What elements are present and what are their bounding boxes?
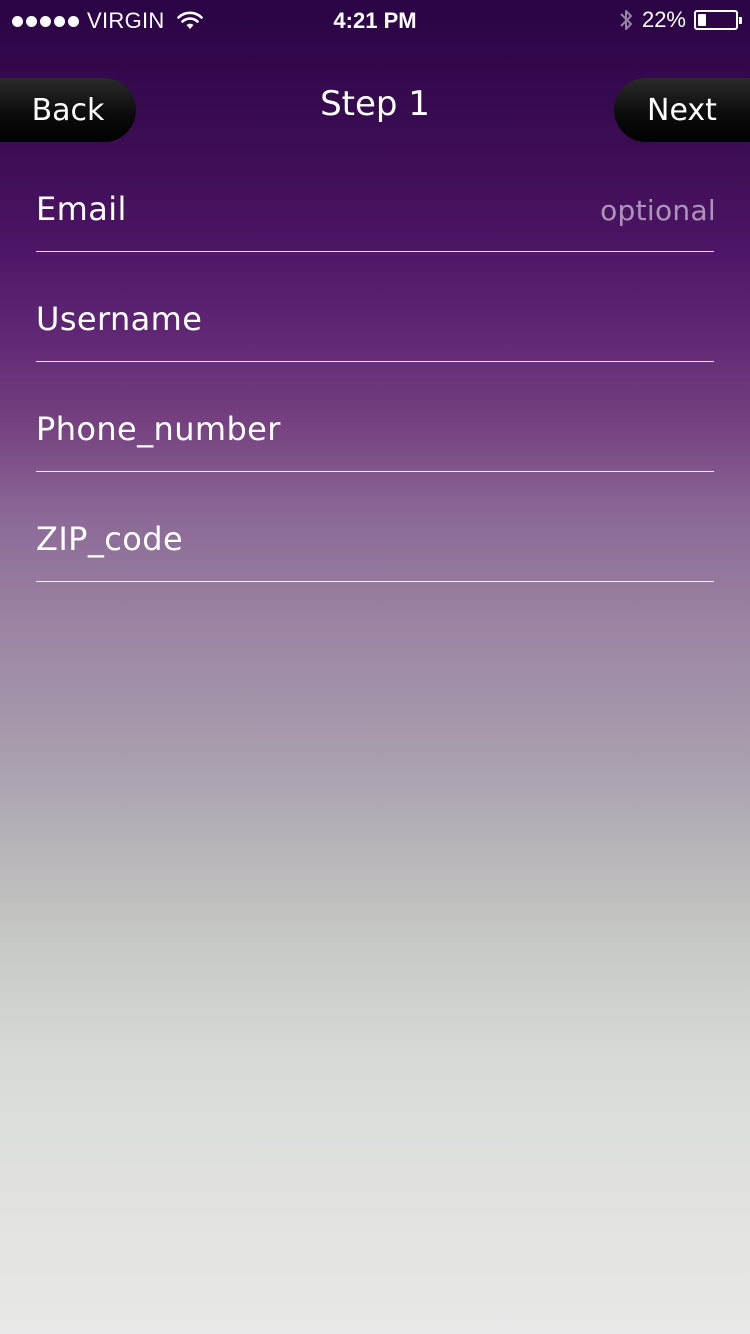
phone-number-label: Phone_number [36, 410, 281, 448]
bluetooth-icon [620, 10, 632, 30]
username-field[interactable]: Username [0, 252, 750, 362]
battery-fill [698, 14, 706, 26]
status-right: 22% [618, 7, 742, 33]
zip-code-label: ZIP_code [36, 520, 184, 558]
status-bar: VIRGIN 4:21 PM 22% [0, 0, 750, 40]
next-button-label: Next [647, 92, 717, 128]
zip-code-underline [36, 581, 714, 582]
email-optional-hint: optional [600, 194, 716, 227]
zip-code-field[interactable]: ZIP_code [0, 472, 750, 582]
battery-icon [694, 10, 742, 30]
username-label: Username [36, 300, 203, 338]
email-label: Email [36, 190, 127, 228]
phone-number-field[interactable]: Phone_number [0, 362, 750, 472]
battery-percent: 22% [641, 7, 686, 32]
email-field[interactable]: Email optional [0, 142, 750, 252]
signup-form: Email optional Username Phone_number ZIP… [0, 142, 750, 582]
next-button[interactable]: Next [614, 78, 750, 142]
